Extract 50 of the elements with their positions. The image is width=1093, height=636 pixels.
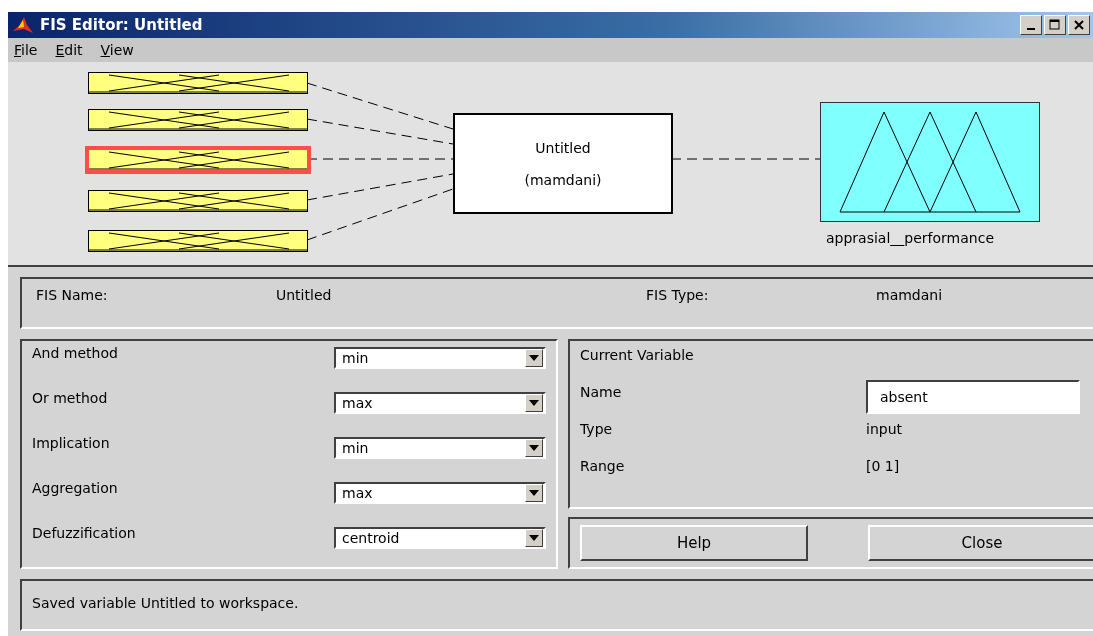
system-name: Untitled: [535, 139, 591, 156]
field-label: Type: [580, 421, 614, 437]
method-dropdown[interactable]: centroid: [334, 527, 546, 549]
status-message: Saved variable Untitled to workspace.: [32, 595, 299, 611]
system-block[interactable]: Untitled (mamdani): [453, 113, 673, 214]
field-label: Range: [580, 458, 626, 474]
input-variable-block[interactable]: [88, 190, 308, 212]
menu-item[interactable]: View: [100, 42, 134, 58]
method-dropdown[interactable]: max: [334, 482, 546, 504]
method-dropdown[interactable]: min: [334, 347, 546, 369]
menu-item[interactable]: Edit: [55, 42, 83, 58]
dropdown-arrow-icon: [529, 400, 539, 406]
dialog-button[interactable]: Help: [580, 525, 808, 561]
maximize-icon: [1049, 19, 1061, 31]
input-variable-block[interactable]: [88, 109, 308, 131]
minimize-icon: [1027, 28, 1035, 30]
dropdown-arrow-icon: [529, 490, 539, 496]
menu-item[interactable]: File: [14, 42, 38, 58]
method-dropdown[interactable]: max: [334, 392, 546, 414]
minimize-button[interactable]: [1020, 15, 1042, 35]
method-label: Implication: [32, 435, 110, 451]
output-variable-block[interactable]: [820, 102, 1040, 222]
app-logo-icon: [12, 15, 34, 35]
system-type: (mamdani): [524, 171, 602, 188]
input-variable-block[interactable]: [88, 230, 308, 252]
close-button[interactable]: [1068, 15, 1090, 35]
close-icon: [1074, 20, 1084, 30]
method-label: Aggregation: [32, 480, 118, 496]
field-label: FIS Name:: [36, 287, 109, 305]
maximize-button[interactable]: [1044, 15, 1066, 35]
field-value: Untitled: [276, 287, 333, 305]
window-title: FIS Editor: Untitled: [40, 16, 203, 34]
dropdown-arrow-icon: [529, 535, 539, 541]
field-label: Name: [580, 384, 623, 400]
field-label: FIS Type:: [646, 287, 710, 305]
output-variable-label: apprasial__performance: [826, 230, 994, 246]
dropdown-arrow-icon: [529, 445, 539, 451]
field-value: [0 1]: [866, 458, 901, 474]
method-label: And method: [32, 345, 118, 361]
method-label: Or method: [32, 390, 108, 406]
method-dropdown[interactable]: min: [334, 437, 546, 459]
panel-title: Current Variable: [580, 347, 695, 363]
name-input-field[interactable]: absent: [866, 380, 1080, 414]
dialog-button[interactable]: Close: [868, 525, 1093, 561]
method-label: Defuzzification: [32, 525, 136, 541]
field-value: input: [866, 421, 903, 437]
field-value: mamdani: [876, 287, 944, 305]
input-variable-block[interactable]: [85, 146, 311, 174]
dropdown-arrow-icon: [529, 355, 539, 361]
input-variable-block[interactable]: [88, 72, 308, 94]
